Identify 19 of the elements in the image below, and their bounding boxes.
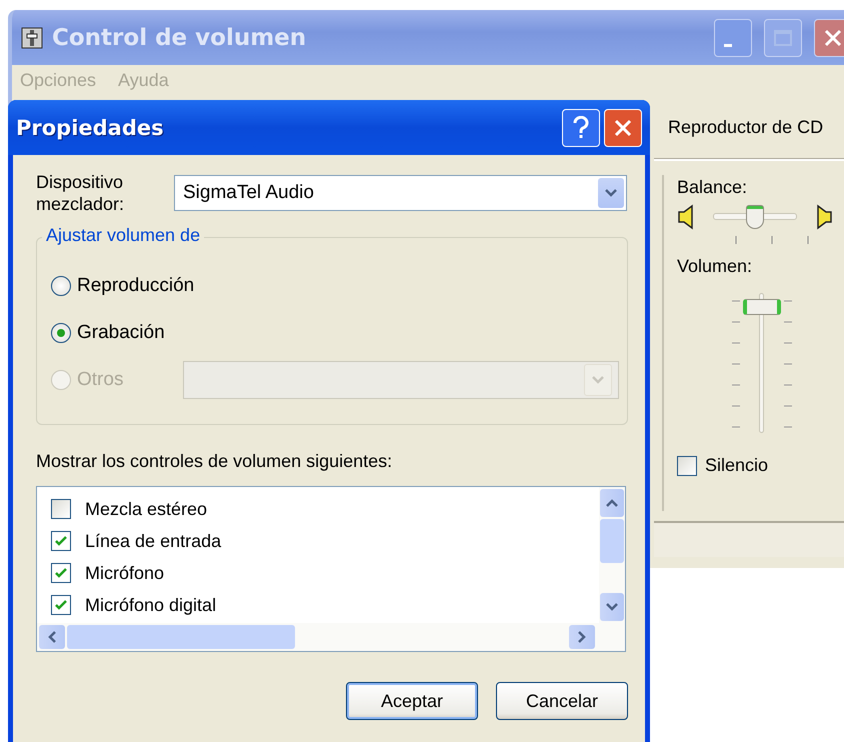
- list-item-label[interactable]: Línea de entrada: [85, 530, 222, 552]
- mute-label: Silencio: [705, 455, 768, 476]
- radio-label: Grabación: [77, 322, 165, 344]
- channel-title: Reproductor de CD: [654, 95, 844, 161]
- device-dropdown[interactable]: SigmaTel Audio: [174, 175, 627, 211]
- window-title: Control de volumen: [52, 24, 306, 50]
- list-item-label[interactable]: Mezcla estéreo: [85, 498, 208, 520]
- dialog-title: Propiedades: [16, 116, 164, 140]
- ok-button[interactable]: Aceptar: [346, 682, 478, 720]
- radio-label: Otros: [77, 368, 124, 390]
- list-item-label[interactable]: Micrófono digital: [85, 594, 216, 616]
- volume-label: Volumen:: [677, 256, 754, 277]
- cancel-button[interactable]: Cancelar: [496, 682, 628, 720]
- list-label: Mostrar los controles de volumen siguientes:: [36, 451, 394, 472]
- group-title: Ajustar volumen de: [42, 225, 204, 246]
- balance-label: Balance:: [677, 177, 748, 198]
- list-item-label[interactable]: Micrófono: [85, 562, 164, 584]
- device-label: Dispositivo mezclador:: [36, 171, 126, 215]
- radio-label: Reproducción: [77, 274, 194, 296]
